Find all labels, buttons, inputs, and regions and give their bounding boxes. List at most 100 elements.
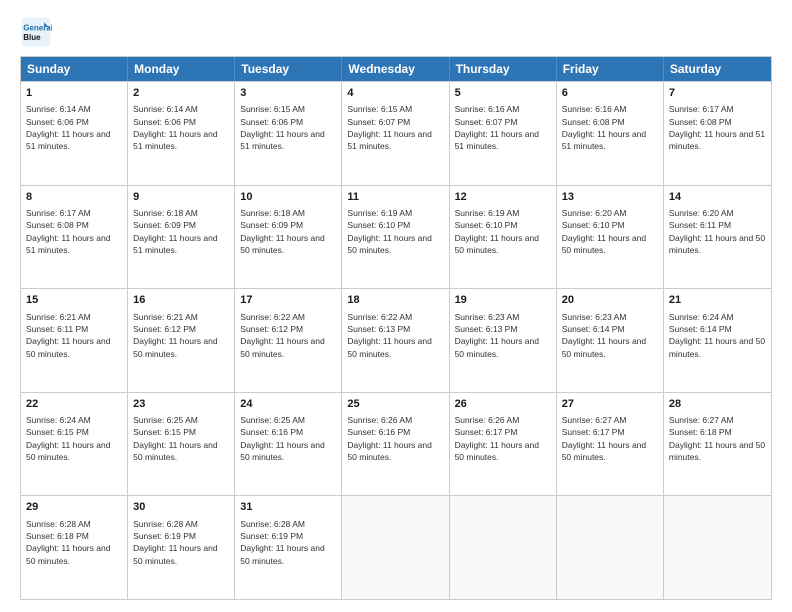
- calendar-cell: 30Sunrise: 6:28 AMSunset: 6:19 PMDayligh…: [128, 496, 235, 599]
- day-number: 15: [26, 293, 122, 308]
- calendar-cell: 26 Sunrise: 6:26 AMSunset: 6:17 PMDayligh…: [450, 393, 557, 496]
- day-info: Sunrise: 6:22 AMSunset: 6:13 PMDaylight:…: [347, 311, 443, 360]
- day-info: Sunrise: 6:28 AMSunset: 6:19 PMDaylight:…: [240, 518, 336, 567]
- calendar-cell: [342, 496, 449, 599]
- day-number: 22: [26, 397, 122, 412]
- calendar-header: SundayMondayTuesdayWednesdayThursdayFrid…: [21, 57, 771, 81]
- day-number: 30: [133, 500, 229, 515]
- day-info: Sunrise: 6:19 AMSunset: 6:10 PMDaylight:…: [347, 207, 443, 256]
- day-info: Sunrise: 6:27 AMSunset: 6:18 PMDaylight:…: [669, 414, 766, 463]
- day-info: Sunrise: 6:16 AMSunset: 6:07 PMDaylight:…: [455, 103, 551, 152]
- day-info: Sunrise: 6:19 AMSunset: 6:10 PMDaylight:…: [455, 207, 551, 256]
- calendar-cell: 20Sunrise: 6:23 AMSunset: 6:14 PMDayligh…: [557, 289, 664, 392]
- day-number: 13: [562, 190, 658, 205]
- calendar: SundayMondayTuesdayWednesdayThursdayFrid…: [20, 56, 772, 600]
- calendar-cell: 9 Sunrise: 6:18 AMSunset: 6:09 PMDaylight…: [128, 186, 235, 289]
- day-number: 9: [133, 190, 229, 205]
- day-number: 26: [455, 397, 551, 412]
- calendar-cell: 23 Sunrise: 6:25 AMSunset: 6:15 PMDayligh…: [128, 393, 235, 496]
- svg-text:General: General: [23, 23, 52, 32]
- day-number: 27: [562, 397, 658, 412]
- calendar-cell: 3 Sunrise: 6:15 AMSunset: 6:06 PMDaylight…: [235, 82, 342, 185]
- day-number: 17: [240, 293, 336, 308]
- day-info: Sunrise: 6:21 AMSunset: 6:12 PMDaylight:…: [133, 311, 229, 360]
- day-info: Sunrise: 6:18 AMSunset: 6:09 PMDaylight:…: [133, 207, 229, 256]
- calendar-cell: 25 Sunrise: 6:26 AMSunset: 6:16 PMDayligh…: [342, 393, 449, 496]
- day-number: 3: [240, 86, 336, 101]
- calendar-header-cell: Monday: [128, 57, 235, 81]
- logo: General Blue: [20, 16, 56, 48]
- calendar-cell: 22Sunrise: 6:24 AMSunset: 6:15 PMDayligh…: [21, 393, 128, 496]
- day-number: 29: [26, 500, 122, 515]
- calendar-cell: 10 Sunrise: 6:18 AMSunset: 6:09 PMDayligh…: [235, 186, 342, 289]
- day-info: Sunrise: 6:22 AMSunset: 6:12 PMDaylight:…: [240, 311, 336, 360]
- day-info: Sunrise: 6:15 AMSunset: 6:07 PMDaylight:…: [347, 103, 443, 152]
- day-number: 31: [240, 500, 336, 515]
- day-info: Sunrise: 6:26 AMSunset: 6:17 PMDaylight:…: [455, 414, 551, 463]
- day-info: Sunrise: 6:23 AMSunset: 6:14 PMDaylight:…: [562, 311, 658, 360]
- calendar-cell: 15 Sunrise: 6:21 AMSunset: 6:11 PMDayligh…: [21, 289, 128, 392]
- calendar-header-cell: Thursday: [450, 57, 557, 81]
- day-info: Sunrise: 6:23 AMSunset: 6:13 PMDaylight:…: [455, 311, 551, 360]
- day-info: Sunrise: 6:27 AMSunset: 6:17 PMDaylight:…: [562, 414, 658, 463]
- day-number: 18: [347, 293, 443, 308]
- page: General Blue SundayMondayTuesdayWednesda…: [0, 0, 792, 612]
- day-number: 24: [240, 397, 336, 412]
- calendar-cell: 29 Sunrise: 6:28 AMSunset: 6:18 PMDayligh…: [21, 496, 128, 599]
- day-number: 8: [26, 190, 122, 205]
- logo-icon: General Blue: [20, 16, 52, 48]
- day-info: Sunrise: 6:17 AMSunset: 6:08 PMDaylight:…: [26, 207, 122, 256]
- day-number: 7: [669, 86, 766, 101]
- day-number: 21: [669, 293, 766, 308]
- calendar-cell: 24 Sunrise: 6:25 AMSunset: 6:16 PMDayligh…: [235, 393, 342, 496]
- day-info: Sunrise: 6:21 AMSunset: 6:11 PMDaylight:…: [26, 311, 122, 360]
- calendar-cell: 17 Sunrise: 6:22 AMSunset: 6:12 PMDayligh…: [235, 289, 342, 392]
- calendar-body: 1 Sunrise: 6:14 AMSunset: 6:06 PMDaylight…: [21, 81, 771, 599]
- calendar-header-cell: Friday: [557, 57, 664, 81]
- day-number: 12: [455, 190, 551, 205]
- calendar-cell: 31 Sunrise: 6:28 AMSunset: 6:19 PMDayligh…: [235, 496, 342, 599]
- day-number: 19: [455, 293, 551, 308]
- day-number: 23: [133, 397, 229, 412]
- calendar-cell: 19 Sunrise: 6:23 AMSunset: 6:13 PMDayligh…: [450, 289, 557, 392]
- calendar-cell: 27 Sunrise: 6:27 AMSunset: 6:17 PMDayligh…: [557, 393, 664, 496]
- day-number: 28: [669, 397, 766, 412]
- calendar-week: 1 Sunrise: 6:14 AMSunset: 6:06 PMDaylight…: [21, 81, 771, 185]
- calendar-cell: 18 Sunrise: 6:22 AMSunset: 6:13 PMDayligh…: [342, 289, 449, 392]
- calendar-cell: 7 Sunrise: 6:17 AMSunset: 6:08 PMDaylight…: [664, 82, 771, 185]
- calendar-cell: 5 Sunrise: 6:16 AMSunset: 6:07 PMDaylight…: [450, 82, 557, 185]
- calendar-cell: 8 Sunrise: 6:17 AMSunset: 6:08 PMDaylight…: [21, 186, 128, 289]
- calendar-cell: 2Sunrise: 6:14 AMSunset: 6:06 PMDaylight…: [128, 82, 235, 185]
- calendar-cell: 21Sunrise: 6:24 AMSunset: 6:14 PMDayligh…: [664, 289, 771, 392]
- calendar-cell: 12 Sunrise: 6:19 AMSunset: 6:10 PMDayligh…: [450, 186, 557, 289]
- day-info: Sunrise: 6:15 AMSunset: 6:06 PMDaylight:…: [240, 103, 336, 152]
- day-info: Sunrise: 6:14 AMSunset: 6:06 PMDaylight:…: [133, 103, 229, 152]
- day-info: Sunrise: 6:17 AMSunset: 6:08 PMDaylight:…: [669, 103, 766, 152]
- day-number: 5: [455, 86, 551, 101]
- calendar-week: 29 Sunrise: 6:28 AMSunset: 6:18 PMDayligh…: [21, 495, 771, 599]
- calendar-cell: 16Sunrise: 6:21 AMSunset: 6:12 PMDayligh…: [128, 289, 235, 392]
- calendar-header-cell: Wednesday: [342, 57, 449, 81]
- calendar-header-cell: Saturday: [664, 57, 771, 81]
- calendar-cell: 13Sunrise: 6:20 AMSunset: 6:10 PMDayligh…: [557, 186, 664, 289]
- calendar-cell: 28 Sunrise: 6:27 AMSunset: 6:18 PMDayligh…: [664, 393, 771, 496]
- calendar-cell: 4 Sunrise: 6:15 AMSunset: 6:07 PMDaylight…: [342, 82, 449, 185]
- calendar-cell: [664, 496, 771, 599]
- day-info: Sunrise: 6:26 AMSunset: 6:16 PMDaylight:…: [347, 414, 443, 463]
- day-info: Sunrise: 6:25 AMSunset: 6:16 PMDaylight:…: [240, 414, 336, 463]
- day-number: 4: [347, 86, 443, 101]
- day-info: Sunrise: 6:18 AMSunset: 6:09 PMDaylight:…: [240, 207, 336, 256]
- day-info: Sunrise: 6:25 AMSunset: 6:15 PMDaylight:…: [133, 414, 229, 463]
- day-number: 1: [26, 86, 122, 101]
- header: General Blue: [20, 16, 772, 48]
- calendar-cell: [557, 496, 664, 599]
- calendar-header-cell: Tuesday: [235, 57, 342, 81]
- day-info: Sunrise: 6:28 AMSunset: 6:18 PMDaylight:…: [26, 518, 122, 567]
- calendar-cell: 1 Sunrise: 6:14 AMSunset: 6:06 PMDaylight…: [21, 82, 128, 185]
- day-number: 25: [347, 397, 443, 412]
- day-info: Sunrise: 6:16 AMSunset: 6:08 PMDaylight:…: [562, 103, 658, 152]
- day-number: 10: [240, 190, 336, 205]
- day-info: Sunrise: 6:14 AMSunset: 6:06 PMDaylight:…: [26, 103, 122, 152]
- calendar-week: 15 Sunrise: 6:21 AMSunset: 6:11 PMDayligh…: [21, 288, 771, 392]
- day-info: Sunrise: 6:20 AMSunset: 6:11 PMDaylight:…: [669, 207, 766, 256]
